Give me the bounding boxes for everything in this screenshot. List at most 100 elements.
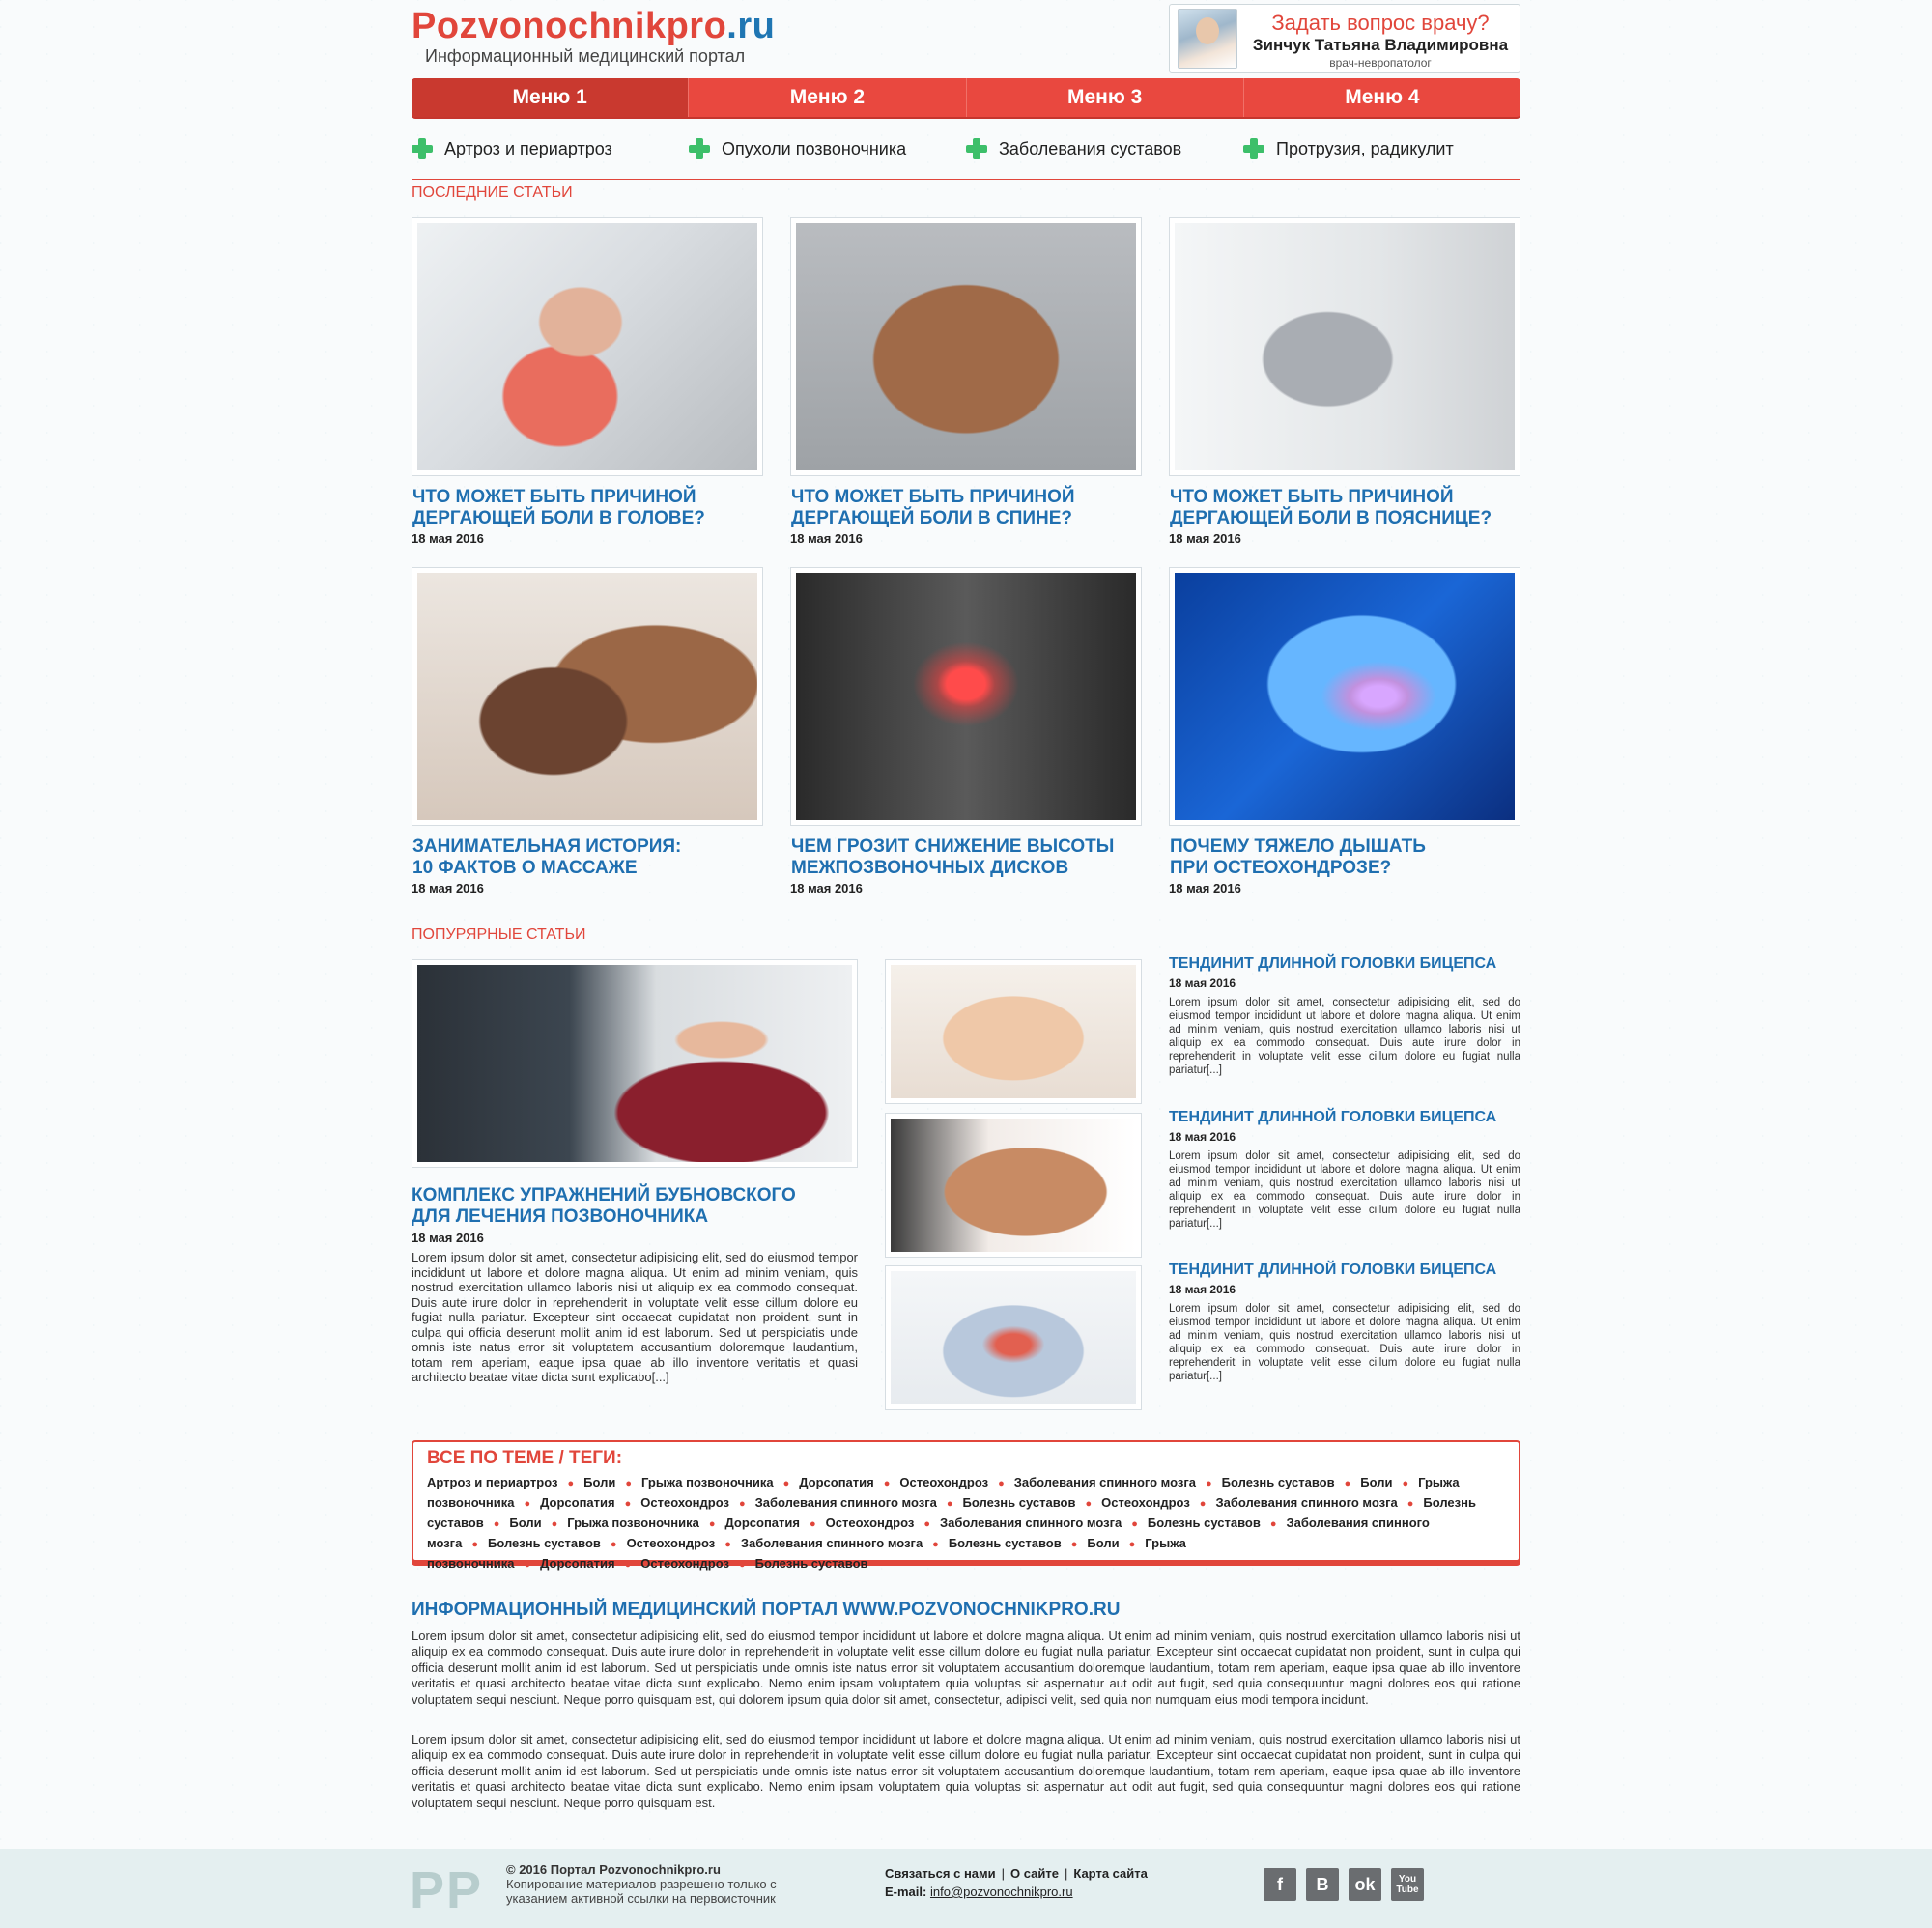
menu-item-4[interactable]: Меню 4 [1244, 78, 1520, 117]
tag-link[interactable]: Болезнь суставов [963, 1495, 1076, 1510]
article-title[interactable]: Что может быть причиной дергающей боли в… [790, 487, 1142, 529]
article-title[interactable]: Тендинит длинной головки бицепса [1169, 1109, 1520, 1126]
article-card[interactable]: Почему тяжело дышать при остеохондрозе? … [1169, 567, 1520, 895]
article-title[interactable]: Почему тяжело дышать при остеохондрозе? [1169, 836, 1520, 879]
tag-link[interactable]: Остеохондроз [640, 1556, 729, 1571]
tag-bullet: ● [1085, 1498, 1093, 1510]
tag-link[interactable]: Заболевания спинного мозга [741, 1536, 923, 1550]
vkontakte-icon[interactable]: B [1306, 1868, 1339, 1901]
article-excerpt: Lorem ipsum dolor sit amet, consectetur … [412, 1250, 858, 1384]
popular-thumb[interactable] [885, 959, 1142, 1104]
category-arthrosis[interactable]: Артроз и периартроз [412, 133, 689, 164]
tag-link[interactable]: Заболевания спинного мозга [1215, 1495, 1397, 1510]
popular-item: Тендинит длинной головки бицепса 18 мая … [1169, 1109, 1520, 1231]
tag-link[interactable]: Грыжа позвоночника [567, 1516, 699, 1530]
footer-logo[interactable]: PP [410, 1860, 483, 1920]
copy-notice: указанием активной ссылки на первоисточн… [506, 1891, 776, 1906]
tag-bullet: ● [1402, 1478, 1409, 1489]
article-image [891, 1119, 1136, 1252]
tag-link[interactable]: Болезнь суставов [755, 1556, 868, 1571]
tag-link[interactable]: Остеохондроз [640, 1495, 729, 1510]
tag-bullet: ● [1206, 1478, 1212, 1489]
separator: | [1001, 1866, 1006, 1881]
article-image [891, 965, 1136, 1098]
tag-link[interactable]: Остеохондроз [899, 1475, 988, 1489]
tag-bullet: ● [493, 1518, 500, 1530]
popular-thumb[interactable] [885, 1113, 1142, 1258]
popular-thumb[interactable] [885, 1265, 1142, 1410]
article-date: 18 мая 2016 [1169, 1130, 1236, 1144]
menu-item-3[interactable]: Меню 3 [967, 78, 1244, 117]
popular-main-article[interactable]: Комплекс упражнений Бубновского для лече… [412, 959, 858, 1385]
article-card[interactable]: Что может быть причиной дергающей боли в… [1169, 217, 1520, 546]
ask-doctor-title[interactable]: Задать вопрос врачу? [1247, 11, 1514, 36]
tag-link[interactable]: Остеохондроз [1101, 1495, 1190, 1510]
article-title[interactable]: Тендинит длинной головки бицепса [1169, 1262, 1520, 1279]
tag-link[interactable]: Дорсопатия [724, 1516, 800, 1530]
about-link[interactable]: О сайте [1010, 1866, 1059, 1881]
article-title[interactable]: Чем грозит снижение высоты межпозвоночны… [790, 836, 1142, 879]
article-title[interactable]: Что может быть причиной дергающей боли в… [412, 487, 763, 529]
tag-link[interactable]: Болезнь суставов [1148, 1516, 1261, 1530]
article-title[interactable]: Комплекс упражнений Бубновского для лече… [412, 1185, 858, 1228]
tag-link[interactable]: Боли [583, 1475, 615, 1489]
email-label: E-mail: [885, 1885, 927, 1899]
article-image [417, 223, 757, 470]
tag-link[interactable]: Дорсопатия [799, 1475, 874, 1489]
tag-link[interactable]: Остеохондроз [627, 1536, 716, 1550]
tag-bullet: ● [724, 1539, 731, 1550]
tag-link[interactable]: Боли [509, 1516, 541, 1530]
tag-link[interactable]: Остеохондроз [826, 1516, 915, 1530]
article-title[interactable]: Занимательная история: 10 фактов о масса… [412, 836, 763, 879]
tag-link[interactable]: Заболевания спинного мозга [1014, 1475, 1196, 1489]
site-logo[interactable]: Pozvonochnikpro.ru [412, 6, 775, 47]
tag-bullet: ● [625, 1478, 632, 1489]
youtube-icon[interactable]: You Tube [1391, 1868, 1424, 1901]
tag-link[interactable]: Артроз и периартроз [427, 1475, 557, 1489]
tag-bullet: ● [524, 1559, 531, 1571]
menu-item-2[interactable]: Меню 2 [689, 78, 967, 117]
tag-link[interactable]: Заболевания спинного мозга [755, 1495, 937, 1510]
tag-link[interactable]: Боли [1087, 1536, 1119, 1550]
article-card[interactable]: Что может быть причиной дергающей боли в… [790, 217, 1142, 546]
tags-box: Все по теме / теги: Артроз и периартроз ●… [412, 1440, 1520, 1571]
latest-section-title: Последние статьи [412, 184, 573, 201]
tag-bullet: ● [1269, 1518, 1277, 1530]
article-image-frame [790, 217, 1142, 476]
odnoklassniki-icon[interactable]: ok [1349, 1868, 1381, 1901]
tag-bullet: ● [782, 1478, 790, 1489]
category-protrusion[interactable]: Протрузия, радикулит [1243, 133, 1520, 164]
tag-bullet: ● [932, 1539, 939, 1550]
tag-link[interactable]: Дорсопатия [540, 1556, 615, 1571]
contact-link[interactable]: Связаться с нами [885, 1866, 996, 1881]
category-label: Заболевания суставов [999, 138, 1182, 158]
popular-item: Тендинит длинной головки бицепса 18 мая … [1169, 1262, 1520, 1383]
menu-item-1[interactable]: Меню 1 [412, 78, 690, 117]
article-card[interactable]: Занимательная история: 10 фактов о масса… [412, 567, 763, 895]
article-image [891, 1271, 1136, 1404]
article-title[interactable]: Что может быть причиной дергающей боли в… [1169, 487, 1520, 529]
article-card[interactable]: Чем грозит снижение высоты межпозвоночны… [790, 567, 1142, 895]
article-title[interactable]: Тендинит длинной головки бицепса [1169, 955, 1520, 973]
article-date: 18 мая 2016 [412, 531, 484, 546]
tag-link[interactable]: Болезнь суставов [949, 1536, 1062, 1550]
article-date: 18 мая 2016 [1169, 881, 1241, 895]
tag-bullet: ● [738, 1559, 746, 1571]
tag-link[interactable]: Грыжа позвоночника [641, 1475, 774, 1489]
tag-bullet: ● [1131, 1518, 1138, 1530]
article-card[interactable]: Что может быть причиной дергающей боли в… [412, 217, 763, 546]
tag-link[interactable]: Болезнь суставов [1222, 1475, 1335, 1489]
footer-copyright: © 2016 Портал Pozvonochnikpro.ru Копиров… [506, 1862, 777, 1906]
footer-links: Связаться с нами | О сайте | Карта сайта E-m… [885, 1866, 1148, 1899]
facebook-icon[interactable]: f [1264, 1868, 1296, 1901]
category-joint-diseases[interactable]: Заболевания суставов [966, 133, 1243, 164]
sitemap-link[interactable]: Карта сайта [1073, 1866, 1148, 1881]
tag-link[interactable]: Дорсопатия [540, 1495, 615, 1510]
tag-link[interactable]: Заболевания спинного мозга [940, 1516, 1122, 1530]
email-link[interactable]: info@pozvonochnikpro.ru [930, 1885, 1073, 1899]
plus-icon [689, 138, 710, 159]
tag-link[interactable]: Болезнь суставов [488, 1536, 601, 1550]
ask-doctor-box[interactable]: Задать вопрос врачу? Зинчук Татьяна Влад… [1169, 4, 1520, 73]
tag-link[interactable]: Боли [1360, 1475, 1392, 1489]
category-spine-tumors[interactable]: Опухоли позвоночника [689, 133, 966, 164]
